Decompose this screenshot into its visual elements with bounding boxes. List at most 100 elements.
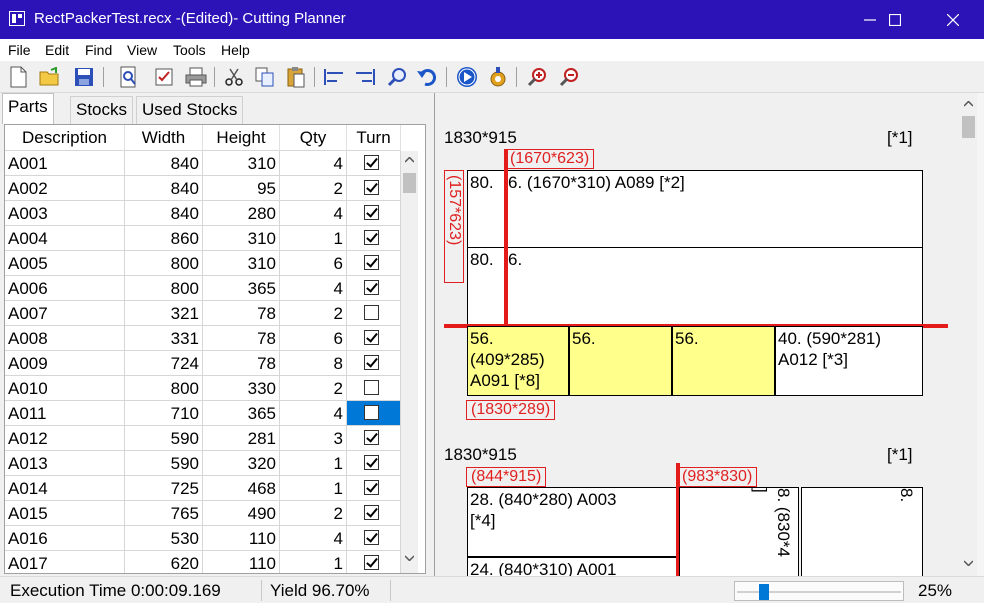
zoom-in-button[interactable]: [525, 65, 549, 89]
cell-desc[interactable]: A016: [5, 526, 125, 551]
turn-checkbox[interactable]: [364, 405, 379, 420]
cell-qty[interactable]: 6: [280, 326, 347, 351]
maximize-button[interactable]: [872, 0, 918, 39]
column-width[interactable]: Width: [125, 125, 203, 151]
menu-edit[interactable]: Edit: [45, 42, 69, 58]
cell-width[interactable]: 724: [125, 351, 203, 376]
turn-checkbox[interactable]: [364, 555, 379, 570]
table-scrollbar[interactable]: [401, 151, 418, 573]
cell-width[interactable]: 331: [125, 326, 203, 351]
menu-tools[interactable]: Tools: [173, 42, 206, 58]
turn-checkbox[interactable]: [364, 505, 379, 520]
cut-button[interactable]: [222, 65, 246, 89]
scroll-up-icon[interactable]: [964, 101, 973, 107]
cell-height[interactable]: 330: [203, 376, 280, 401]
preview-button[interactable]: [116, 65, 140, 89]
cell-turn[interactable]: [347, 251, 401, 276]
table-row[interactable]: A010 800 330 2: [5, 376, 401, 401]
turn-checkbox[interactable]: [364, 155, 379, 170]
cell-qty[interactable]: 2: [280, 501, 347, 526]
tab-parts[interactable]: Parts: [2, 93, 54, 124]
scroll-down-icon[interactable]: [405, 555, 414, 561]
cell-qty[interactable]: 4: [280, 526, 347, 551]
cell-height[interactable]: 78: [203, 351, 280, 376]
cell-height[interactable]: 110: [203, 551, 280, 573]
table-row[interactable]: A012 590 281 3: [5, 426, 401, 451]
cell-height[interactable]: 310: [203, 151, 280, 176]
sheet2-piece-b[interactable]: 24. (840*310) A001: [467, 557, 678, 576]
cell-desc[interactable]: A007: [5, 301, 125, 326]
column-height[interactable]: Height: [203, 125, 280, 151]
cell-turn[interactable]: [347, 351, 401, 376]
cell-height[interactable]: 320: [203, 451, 280, 476]
cell-qty[interactable]: 1: [280, 476, 347, 501]
cell-width[interactable]: 840: [125, 201, 203, 226]
table-row[interactable]: A008 331 78 6: [5, 326, 401, 351]
cell-qty[interactable]: 4: [280, 276, 347, 301]
cell-height[interactable]: 110: [203, 526, 280, 551]
cell-desc[interactable]: A009: [5, 351, 125, 376]
table-row[interactable]: A007 321 78 2: [5, 301, 401, 326]
cell-turn[interactable]: [347, 276, 401, 301]
turn-checkbox[interactable]: [364, 355, 379, 370]
cell-qty[interactable]: 6: [280, 251, 347, 276]
cell-desc[interactable]: A003: [5, 201, 125, 226]
cell-height[interactable]: 365: [203, 276, 280, 301]
paste-button[interactable]: [284, 65, 308, 89]
new-file-button[interactable]: [6, 65, 30, 89]
cell-width[interactable]: 620: [125, 551, 203, 573]
print-button[interactable]: [184, 65, 208, 89]
cell-width[interactable]: 710: [125, 401, 203, 426]
cell-qty[interactable]: 2: [280, 376, 347, 401]
cell-height[interactable]: 365: [203, 401, 280, 426]
turn-checkbox[interactable]: [364, 530, 379, 545]
sheet2-piece-a[interactable]: 28. (840*280) A003 [*4]: [467, 487, 678, 557]
tab-stocks[interactable]: Stocks: [70, 96, 134, 124]
cell-qty[interactable]: 3: [280, 426, 347, 451]
cell-desc[interactable]: A015: [5, 501, 125, 526]
cell-width[interactable]: 800: [125, 276, 203, 301]
check-button[interactable]: [152, 65, 176, 89]
cell-width[interactable]: 800: [125, 251, 203, 276]
cell-desc[interactable]: A006: [5, 276, 125, 301]
turn-checkbox[interactable]: [364, 455, 379, 470]
sheet1-yellow-piece-2[interactable]: 56.: [569, 326, 672, 396]
cell-desc[interactable]: A014: [5, 476, 125, 501]
turn-checkbox[interactable]: [364, 305, 379, 320]
cell-qty[interactable]: 2: [280, 301, 347, 326]
sheet1-piece-a[interactable]: 80. 6. (1670*310) A089 [*2]: [467, 170, 923, 248]
table-row[interactable]: A016 530 110 4: [5, 526, 401, 551]
settings-button[interactable]: [486, 65, 510, 89]
sheet1-yellow-piece-3[interactable]: 56.: [672, 326, 775, 396]
cell-qty[interactable]: 4: [280, 201, 347, 226]
cell-qty[interactable]: 4: [280, 401, 347, 426]
menu-find[interactable]: Find: [85, 42, 112, 58]
table-row[interactable]: A005 800 310 6: [5, 251, 401, 276]
cell-turn[interactable]: [347, 401, 401, 426]
plan-scrollbar[interactable]: [960, 93, 977, 576]
column-description[interactable]: Description: [5, 125, 125, 151]
turn-checkbox[interactable]: [364, 380, 379, 395]
menu-file[interactable]: File: [8, 42, 31, 58]
cell-turn[interactable]: [347, 201, 401, 226]
turn-checkbox[interactable]: [364, 330, 379, 345]
table-row[interactable]: A002 840 95 2: [5, 176, 401, 201]
cell-height[interactable]: 280: [203, 201, 280, 226]
cell-qty[interactable]: 1: [280, 451, 347, 476]
turn-checkbox[interactable]: [364, 480, 379, 495]
cell-qty[interactable]: 1: [280, 226, 347, 251]
cell-height[interactable]: 95: [203, 176, 280, 201]
cell-desc[interactable]: A012: [5, 426, 125, 451]
cell-height[interactable]: 281: [203, 426, 280, 451]
save-button[interactable]: [72, 65, 96, 89]
undo-button[interactable]: [415, 65, 439, 89]
cell-width[interactable]: 590: [125, 426, 203, 451]
cell-height[interactable]: 310: [203, 251, 280, 276]
table-row[interactable]: A017 620 110 1: [5, 551, 401, 573]
cell-turn[interactable]: [347, 176, 401, 201]
scroll-up-icon[interactable]: [405, 157, 414, 163]
turn-checkbox[interactable]: [364, 430, 379, 445]
column-turn[interactable]: Turn: [347, 125, 401, 151]
cell-turn[interactable]: [347, 151, 401, 176]
cell-width[interactable]: 840: [125, 176, 203, 201]
